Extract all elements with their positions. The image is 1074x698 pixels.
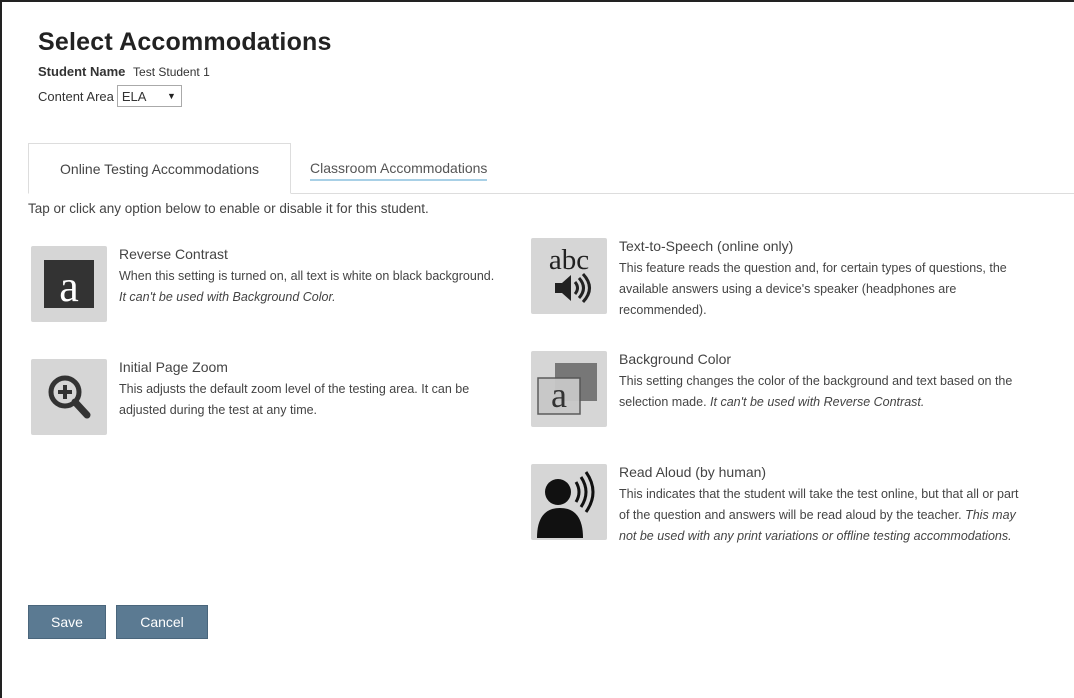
option-read-aloud[interactable]: Read Aloud (by human) This indicates tha… — [531, 464, 1019, 547]
student-name-label: Student Name — [38, 64, 126, 79]
dropdown-arrow-icon: ▼ — [166, 91, 176, 101]
save-button[interactable]: Save — [28, 605, 106, 639]
page-title: Select Accommodations — [38, 28, 332, 56]
student-name-value: Test Student 1 — [133, 65, 210, 79]
option-description: This adjusts the default zoom level of t… — [119, 382, 470, 417]
option-background-color[interactable]: a Background Color This setting changes … — [531, 351, 1019, 427]
content-area-label: Content Area — [38, 88, 114, 104]
option-description: When this setting is turned on, all text… — [119, 269, 495, 283]
option-description: This indicates that the student will tak… — [619, 487, 1019, 522]
option-title: Read Aloud (by human) — [619, 464, 767, 480]
read-aloud-icon — [531, 464, 607, 540]
option-note: It can't be used with Reverse Contrast. — [710, 395, 925, 409]
cancel-button[interactable]: Cancel — [116, 605, 208, 639]
svg-text:a: a — [551, 375, 567, 415]
content-area-select[interactable]: ELA ▼ — [116, 85, 182, 107]
option-initial-page-zoom[interactable]: Initial Page Zoom This adjusts the defau… — [31, 359, 519, 435]
background-color-icon: a — [531, 351, 607, 427]
tts-abc-text: abc — [549, 244, 589, 276]
option-description: This feature reads the question and, for… — [619, 261, 1007, 317]
reverse-contrast-icon: a — [31, 246, 107, 322]
instructions-text: Tap or click any option below to enable … — [28, 201, 429, 216]
option-note: It can't be used with Background Color. — [119, 290, 336, 304]
option-text-to-speech[interactable]: abc Text-to-Speech (online only) This fe… — [531, 238, 1019, 321]
option-title: Background Color — [619, 351, 732, 367]
zoom-icon — [31, 359, 107, 435]
text-to-speech-icon: abc — [531, 238, 607, 314]
option-title: Text-to-Speech (online only) — [619, 238, 794, 254]
student-name-row: Student Name Test Student 1 — [38, 64, 332, 79]
option-reverse-contrast[interactable]: a Reverse Contrast When this setting is … — [31, 246, 499, 322]
content-area-value: ELA — [121, 88, 147, 104]
svg-text:a: a — [59, 262, 79, 311]
tab-online-testing-accommodations[interactable]: Online Testing Accommodations — [28, 143, 291, 194]
tab-classroom-accommodations[interactable]: Classroom Accommodations — [310, 160, 488, 181]
tab-bar: Online Testing Accommodations Classroom … — [28, 143, 1074, 194]
content-area-row: Content Area ELA ▼ — [38, 85, 332, 107]
option-title: Reverse Contrast — [119, 246, 228, 262]
header: Select Accommodations Student Name Test … — [26, 28, 332, 107]
option-title: Initial Page Zoom — [119, 359, 228, 375]
